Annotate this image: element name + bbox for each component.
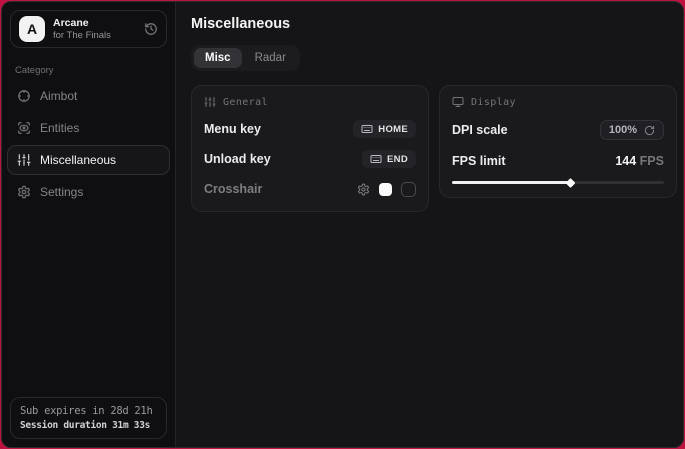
app-title: Arcane xyxy=(53,17,111,30)
crosshair-label: Crosshair xyxy=(204,182,262,196)
tab-radar[interactable]: Radar xyxy=(244,48,297,68)
sidebar-item-entities[interactable]: Entities xyxy=(7,113,170,143)
sidebar-item-label: Aimbot xyxy=(40,89,77,103)
tab-misc[interactable]: Misc xyxy=(194,48,242,68)
refresh-icon[interactable] xyxy=(644,125,655,136)
dpi-scale-label: DPI scale xyxy=(452,123,508,137)
brand-box: A Arcane for The Finals xyxy=(10,10,167,48)
gear-icon xyxy=(17,185,31,199)
crosshair-settings-gear-icon[interactable] xyxy=(357,183,370,196)
dpi-scale-row: DPI scale 100% xyxy=(452,120,664,140)
scan-eye-icon xyxy=(17,121,31,135)
crosshair-row: Crosshair xyxy=(204,180,416,198)
unload-key-value: END xyxy=(387,154,408,165)
unload-key-row: Unload key END xyxy=(204,150,416,168)
menu-key-button[interactable]: HOME xyxy=(353,120,416,138)
tab-bar: Misc Radar xyxy=(191,45,300,71)
sidebar-item-aimbot[interactable]: Aimbot xyxy=(7,81,170,111)
monitor-icon xyxy=(452,96,464,108)
unload-key-button[interactable]: END xyxy=(362,150,416,168)
main-content: Miscellaneous Misc Radar xyxy=(176,2,684,447)
sidebar-item-label: Settings xyxy=(40,185,83,199)
slider-thumb[interactable] xyxy=(565,178,575,188)
app-subtitle: for The Finals xyxy=(53,30,111,42)
page-title: Miscellaneous xyxy=(191,16,677,32)
fps-limit-row: FPS limit 144 FPS xyxy=(452,152,664,170)
sidebar-item-settings[interactable]: Settings xyxy=(7,177,170,207)
menu-key-value: HOME xyxy=(378,124,408,135)
sliders-icon xyxy=(204,96,216,108)
category-label: Category xyxy=(15,65,162,76)
menu-key-label: Menu key xyxy=(204,122,261,136)
crosshair-icon xyxy=(17,89,31,103)
crosshair-color-swatch[interactable] xyxy=(379,183,392,196)
sidebar: A Arcane for The Finals Category xyxy=(2,2,176,447)
keyboard-icon xyxy=(370,153,382,165)
dpi-scale-value: 100% xyxy=(609,124,637,136)
app-window: A Arcane for The Finals Category xyxy=(1,1,684,448)
menu-key-row: Menu key HOME xyxy=(204,120,416,138)
general-card: General Menu key HOME xyxy=(191,85,429,212)
sliders-icon xyxy=(17,153,31,167)
subscription-status-box: Sub expires in 28d 21h Session duration … xyxy=(10,397,167,439)
app-logo: A xyxy=(19,16,45,42)
sidebar-item-label: Entities xyxy=(40,121,79,135)
crosshair-checkbox[interactable] xyxy=(401,182,416,197)
general-card-header: General xyxy=(204,96,416,108)
history-icon[interactable] xyxy=(144,22,158,36)
dpi-scale-input[interactable]: 100% xyxy=(600,120,664,140)
display-card: Display DPI scale 100% FPS limit xyxy=(439,85,677,198)
fps-limit-unit: FPS xyxy=(636,154,664,168)
fps-limit-label: FPS limit xyxy=(452,154,505,168)
sidebar-item-label: Miscellaneous xyxy=(40,153,116,167)
display-card-title: Display xyxy=(471,97,516,108)
display-card-header: Display xyxy=(452,96,664,108)
fps-limit-value-wrap: 144 FPS xyxy=(615,154,664,168)
fps-limit-slider[interactable] xyxy=(452,181,664,184)
cards-row: General Menu key HOME xyxy=(191,85,677,212)
crosshair-controls xyxy=(357,182,416,197)
unload-key-label: Unload key xyxy=(204,152,271,166)
slider-fill xyxy=(452,181,571,184)
general-card-title: General xyxy=(223,97,268,108)
sidebar-item-miscellaneous[interactable]: Miscellaneous xyxy=(7,145,170,175)
keyboard-icon xyxy=(361,123,373,135)
session-duration-text: Session duration 31m 33s xyxy=(20,420,157,431)
sub-expires-text: Sub expires in 28d 21h xyxy=(20,405,157,417)
fps-limit-value: 144 xyxy=(615,154,636,168)
brand-text: Arcane for The Finals xyxy=(53,17,111,42)
sidebar-nav: Aimbot Entities xyxy=(2,81,175,207)
